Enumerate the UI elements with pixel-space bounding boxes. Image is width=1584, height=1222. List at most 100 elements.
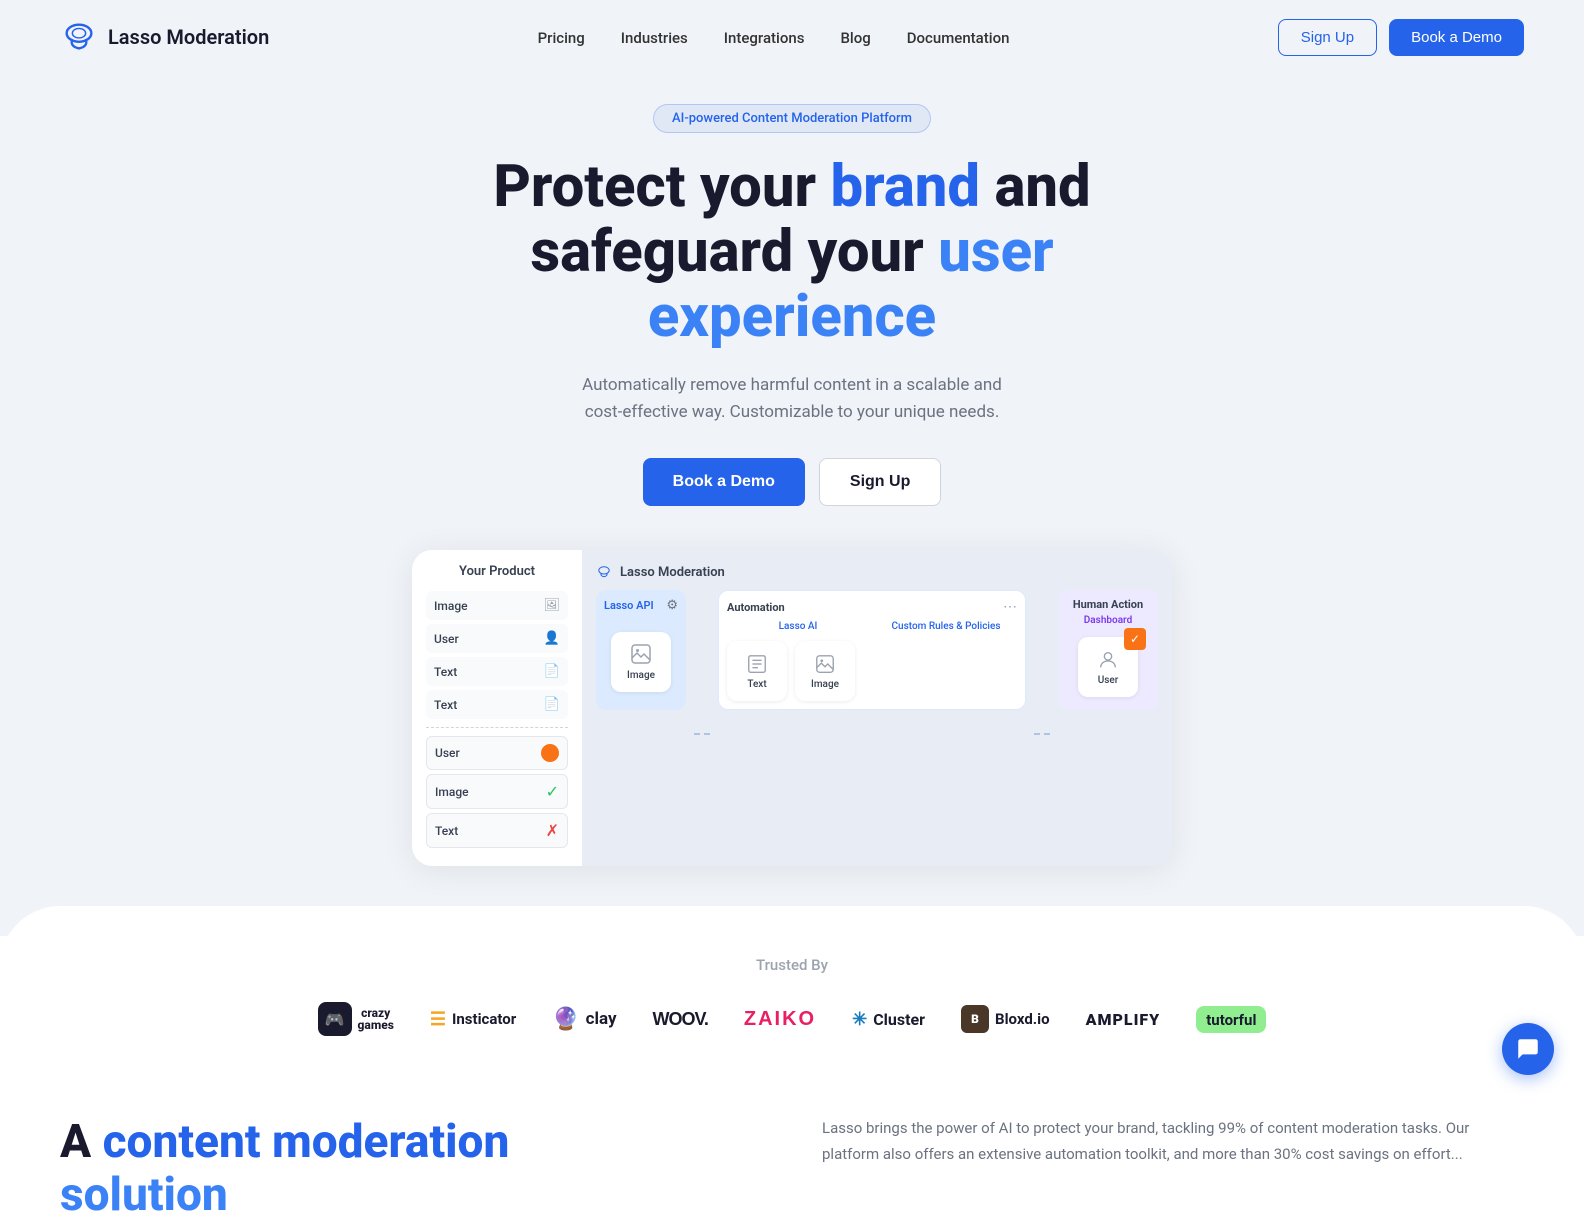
product-row-user: User 👤 [426,624,568,653]
dashboard-label: Dashboard [1066,615,1150,626]
trusted-logos: 🎮 crazy games ☰ Insticator 🔮 clay [60,1002,1524,1036]
product-row-text1: Text 📄 [426,657,568,686]
content-title-a: A [60,1115,103,1169]
logo-woov: WOOV. [653,1009,708,1030]
trusted-section: Trusted By 🎮 crazy games ☰ Insticator [0,936,1584,1076]
automation-box: Automation ⋯ Lasso AI Custom Rules & Pol… [718,590,1026,710]
product-divider [426,727,568,728]
amplify-text: AMPLIFY [1086,1010,1161,1029]
text-icon [746,653,768,675]
text-label: Text [747,679,766,690]
hero-buttons: Book a Demo Sign Up [20,458,1564,506]
logo-insticator: ☰ Insticator [430,1009,516,1030]
crazygames-badge: 🎮 [318,1002,352,1036]
nav-link-industries[interactable]: Industries [621,29,688,47]
hero-title-pre1: Protect your [493,153,830,221]
user-row-icon: 👤 [544,631,560,646]
lasso-panel-header: Lasso Moderation [596,564,1158,580]
api-icon-center: Image [604,621,678,702]
hero-title-pre2: safeguard your [530,218,938,286]
logo-zaiko: ZAIKO [744,1008,816,1031]
navbar: Lasso Moderation Pricing Industries Inte… [0,0,1584,74]
product-result-rows: User Image ✓ Text ✗ [426,736,568,848]
lasso-icon-small [596,564,612,580]
product-rows: Image 🖼 User 👤 Text 📄 Text 📄 [426,591,568,719]
result-row-image: Image ✓ [426,774,568,809]
api-column: Lasso API ⚙ Image [596,590,686,866]
api-box: Lasso API ⚙ Image [596,590,686,710]
logo-bloxd: B Bloxd.io [961,1005,1050,1033]
chat-bubble[interactable] [1502,1023,1554,1075]
nav-link-blog[interactable]: Blog [840,29,870,47]
content-section: A content moderation solution Lasso brin… [0,1076,1584,1222]
product-row-image: Image 🖼 [426,591,568,620]
human-action-column: Human Action Dashboard ✓ User [1058,590,1158,866]
api-gear-icon: ⚙ [666,598,678,613]
badge-red: ✗ [546,821,559,840]
logo-tutorful: tutorful [1196,1006,1266,1033]
automation-label: Automation [727,601,785,614]
nav-link-pricing[interactable]: Pricing [538,29,585,47]
nav-link-documentation[interactable]: Documentation [907,29,1010,47]
badge-orange [541,744,559,762]
automation-cards: Text Image [727,638,1017,701]
product-panel: Your Product Image 🖼 User 👤 Text 📄 [412,550,582,866]
image-row-icon: 🖼 [543,598,560,613]
api-image-card: Image [611,632,671,692]
user-icon [1097,649,1119,671]
cluster-icon: ✳ [852,1009,867,1030]
insticator-icon: ☰ [430,1009,446,1030]
automation-dots-icon: ⋯ [1003,599,1017,615]
nav-demo-button[interactable]: Book a Demo [1389,19,1524,56]
human-box: Human Action Dashboard ✓ User [1058,590,1158,710]
image-icon [629,642,653,666]
nav-logo[interactable]: Lasso Moderation [60,18,269,56]
result-row-user: User [426,736,568,770]
clay-emoji: 🔮 [552,1007,579,1032]
api-box-header: Lasso API ⚙ [604,598,678,613]
custom-rules-label: Custom Rules & Policies [875,621,1017,632]
nav-link-integrations[interactable]: Integrations [724,29,805,47]
logo-cluster: ✳ Cluster [852,1009,925,1030]
nav-links: Pricing Industries Integrations Blog Doc… [538,28,1010,47]
approved-badge: ✓ [1124,628,1146,650]
insticator-text: Insticator [452,1010,516,1028]
hero-title-brand: brand [831,153,981,221]
content-title-solution: solution [60,1168,228,1222]
product-panel-title: Your Product [426,564,568,579]
bloxd-badge: B [961,1005,989,1033]
content-left: A content moderation solution [60,1116,762,1222]
content-description: Lasso brings the power of AI to protect … [822,1116,1524,1167]
hero-title-and: and [980,153,1091,221]
nav-actions: Sign Up Book a Demo [1278,19,1524,56]
nav-signup-button[interactable]: Sign Up [1278,19,1377,56]
logo-crazygames: 🎮 crazy games [318,1002,394,1036]
result-row-text: Text ✗ [426,813,568,848]
lasso-ai-label: Lasso AI [727,621,869,632]
diagram-wrapper: Your Product Image 🖼 User 👤 Text 📄 [412,550,1172,866]
lasso-panel-title: Lasso Moderation [620,565,725,580]
clay-text: clay [586,1009,617,1029]
text-row-icon1: 📄 [544,664,560,679]
automation-box-header: Automation ⋯ [727,599,1017,615]
text-row-icon2: 📄 [544,697,560,712]
hero-section: AI-powered Content Moderation Platform P… [0,74,1584,866]
hero-signup-button[interactable]: Sign Up [819,458,941,506]
lasso-columns: Lasso API ⚙ Image [596,590,1158,866]
content-right: Lasso brings the power of AI to protect … [822,1116,1524,1167]
hero-subtitle: Automatically remove harmful content in … [577,372,1007,426]
diagram-outer: Your Product Image 🖼 User 👤 Text 📄 [412,550,1172,866]
hero-badge: AI-powered Content Moderation Platform [653,104,931,133]
tutorful-badge: tutorful [1196,1006,1266,1033]
product-row-text2: Text 📄 [426,690,568,719]
connector1 [694,733,710,735]
human-card-wrap: ✓ User [1066,632,1150,702]
image-icon2 [814,653,836,675]
cluster-text: Cluster [873,1010,925,1029]
lasso-panel: Lasso Moderation Lasso API ⚙ [582,550,1172,866]
lasso-logo-icon [60,18,98,56]
automation-text-card: Text [727,641,787,701]
image-label2: Image [811,679,839,690]
hero-demo-button[interactable]: Book a Demo [643,458,805,506]
content-title: A content moderation solution [60,1116,762,1222]
